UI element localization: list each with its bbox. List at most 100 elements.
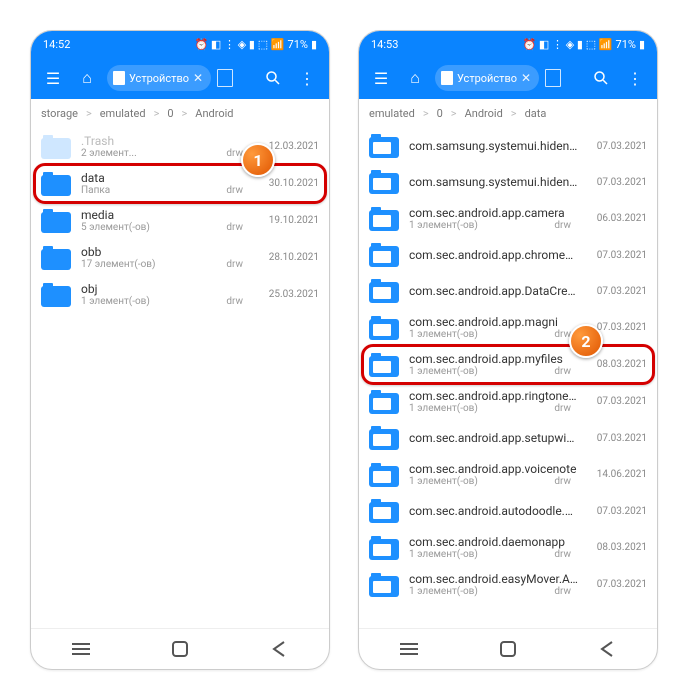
status-battery: 71% — [288, 38, 308, 51]
file-meta: 1 элемент(-ов)drw — [409, 403, 579, 414]
file-meta: 1 элемент(-ов)drw — [409, 549, 579, 560]
file-row[interactable]: com.sec.android.easyMover.Agent1 элемент… — [359, 566, 657, 603]
file-name: com.sec.android.app.ringtoneBR — [409, 389, 579, 403]
file-meta: 2 элемент...drw — [81, 148, 251, 159]
file-name: com.sec.android.app.camera — [409, 206, 579, 220]
recent-apps-icon[interactable] — [61, 635, 101, 663]
back-nav-icon[interactable] — [259, 635, 299, 663]
file-row[interactable]: com.sec.android.app.myfiles1 элемент(-ов… — [359, 346, 657, 383]
folder-doc-icon — [369, 207, 399, 231]
file-name: com.samsung.systemui.hidenotch.withoutco… — [409, 175, 579, 189]
file-row[interactable]: com.sec.android.daemonapp1 элемент(-ов)d… — [359, 529, 657, 566]
file-name: obb — [81, 245, 251, 259]
file-name: com.samsung.systemui.hidenotch — [409, 139, 579, 153]
crumb[interactable]: data — [525, 107, 547, 120]
file-name: com.sec.android.app.myfiles — [409, 352, 579, 366]
close-icon[interactable]: ✕ — [193, 71, 203, 85]
status-icons: ⏰ ◧ ⋮ ◈ ▮ ⬚ 📶 — [522, 38, 612, 51]
file-name: com.sec.android.app.voicenote — [409, 462, 579, 476]
file-date: 25.03.2021 — [261, 289, 319, 300]
file-name: media — [81, 208, 251, 222]
crumb[interactable]: 0 — [167, 107, 173, 120]
recent-apps-icon[interactable] — [389, 635, 429, 663]
file-name: com.sec.android.app.chromecustomizations — [409, 248, 579, 262]
folder-doc-icon — [369, 353, 399, 377]
file-row[interactable]: dataПапкаdrw30.10.20211 — [31, 165, 329, 202]
screenshot-right: 14:53 ⏰ ◧ ⋮ ◈ ▮ ⬚ 📶 71% ▮ ☰ ⌂ Устройство… — [358, 30, 658, 670]
file-row[interactable]: com.sec.android.autodoodle.service 07.03.… — [359, 493, 657, 529]
document-icon — [441, 71, 453, 85]
app-bar: ☰ ⌂ Устройство ✕ ⋮ — [31, 57, 329, 99]
file-meta: 1 элемент(-ов)drw — [409, 329, 579, 340]
search-icon[interactable] — [259, 64, 287, 92]
file-row[interactable]: com.sec.android.app.voicenote1 элемент(-… — [359, 456, 657, 493]
file-row[interactable]: com.sec.android.app.DataCreate07.03.2021 — [359, 273, 657, 309]
crumb[interactable]: 0 — [437, 107, 443, 120]
file-list: com.samsung.systemui.hidenotch07.03.2021… — [359, 128, 657, 628]
file-name: com.sec.android.daemonapp — [409, 535, 579, 549]
menu-icon[interactable]: ☰ — [39, 64, 67, 92]
status-bar: 14:52 ⏰ ◧ ⋮ ◈ ▮ ⬚ 📶 71% ▮ — [31, 31, 329, 57]
file-date: 07.03.2021 — [589, 506, 647, 517]
status-icons: ⏰ ◧ ⋮ ◈ ▮ ⬚ 📶 — [194, 38, 284, 51]
file-date: 12.03.2021 — [261, 141, 319, 152]
file-name: obj — [81, 282, 251, 296]
home-nav-icon[interactable] — [488, 635, 528, 663]
file-row[interactable]: obb17 элемент(-ов)drw28.10.2021 — [31, 239, 329, 276]
folder-doc-icon — [369, 134, 399, 158]
crumb[interactable]: emulated — [369, 107, 415, 120]
menu-icon[interactable]: ☰ — [367, 64, 395, 92]
file-date: 08.03.2021 — [589, 359, 647, 370]
screenshot-left: 14:52 ⏰ ◧ ⋮ ◈ ▮ ⬚ 📶 71% ▮ ☰ ⌂ Устройство… — [30, 30, 330, 670]
home-icon[interactable]: ⌂ — [73, 64, 101, 92]
file-row[interactable]: obj1 элемент(-ов)drw25.03.2021 — [31, 276, 329, 313]
breadcrumb[interactable]: emulated> 0> Android> data — [359, 99, 657, 128]
crumb[interactable]: storage — [41, 107, 78, 120]
file-row[interactable]: com.samsung.systemui.hidenotch07.03.2021 — [359, 128, 657, 164]
file-row[interactable]: com.sec.android.app.camera1 элемент(-ов)… — [359, 200, 657, 237]
battery-icon: ▮ — [311, 38, 317, 51]
file-row[interactable]: .Trash2 элемент...drw12.03.2021 — [31, 128, 329, 165]
crumb[interactable]: Android — [465, 107, 503, 120]
folder-doc-icon — [369, 499, 399, 523]
search-icon[interactable] — [587, 64, 615, 92]
tab-device[interactable]: Устройство ✕ — [435, 65, 539, 91]
new-file-icon[interactable] — [217, 69, 233, 87]
status-bar: 14:53 ⏰ ◧ ⋮ ◈ ▮ ⬚ 📶 71% ▮ — [359, 31, 657, 57]
folder-icon — [41, 135, 71, 159]
back-nav-icon[interactable] — [587, 635, 627, 663]
folder-icon — [41, 246, 71, 270]
tab-label: Устройство — [129, 72, 189, 85]
home-icon[interactable]: ⌂ — [401, 64, 429, 92]
file-row[interactable]: media5 элемент(-ов)drw19.10.2021 — [31, 202, 329, 239]
file-date: 07.03.2021 — [589, 433, 647, 444]
file-meta: 17 элемент(-ов)drw — [81, 259, 251, 270]
home-nav-icon[interactable] — [160, 635, 200, 663]
file-date: 08.03.2021 — [589, 542, 647, 553]
breadcrumb[interactable]: storage> emulated> 0> Android — [31, 99, 329, 128]
file-row[interactable]: com.sec.android.app.setupwizardlegalprov… — [359, 420, 657, 456]
app-bar: ☰ ⌂ Устройство ✕ ⋮ — [359, 57, 657, 99]
status-battery: 71% — [616, 38, 636, 51]
folder-doc-icon — [369, 279, 399, 303]
file-name: com.sec.android.autodoodle.service — [409, 504, 579, 518]
file-meta: 1 элемент(-ов)drw — [409, 476, 579, 487]
battery-icon: ▮ — [639, 38, 645, 51]
close-icon[interactable]: ✕ — [521, 71, 531, 85]
file-row[interactable]: com.sec.android.app.magni1 элемент(-ов)d… — [359, 309, 657, 346]
more-icon[interactable]: ⋮ — [621, 64, 649, 92]
more-icon[interactable]: ⋮ — [293, 64, 321, 92]
crumb[interactable]: Android — [195, 107, 233, 120]
crumb[interactable]: emulated — [100, 107, 146, 120]
file-row[interactable]: com.sec.android.app.chromecustomizations… — [359, 237, 657, 273]
file-list: .Trash2 элемент...drw12.03.2021dataПапка… — [31, 128, 329, 628]
file-name: com.sec.android.easyMover.Agent — [409, 572, 579, 586]
folder-doc-icon — [369, 243, 399, 267]
file-row[interactable]: com.sec.android.app.ringtoneBR1 элемент(… — [359, 383, 657, 420]
folder-doc-icon — [369, 573, 399, 597]
tab-device[interactable]: Устройство ✕ — [107, 65, 211, 91]
file-meta: Папкаdrw — [81, 185, 251, 196]
file-row[interactable]: com.samsung.systemui.hidenotch.withoutco… — [359, 164, 657, 200]
new-file-icon[interactable] — [545, 69, 561, 87]
file-name: data — [81, 171, 251, 185]
